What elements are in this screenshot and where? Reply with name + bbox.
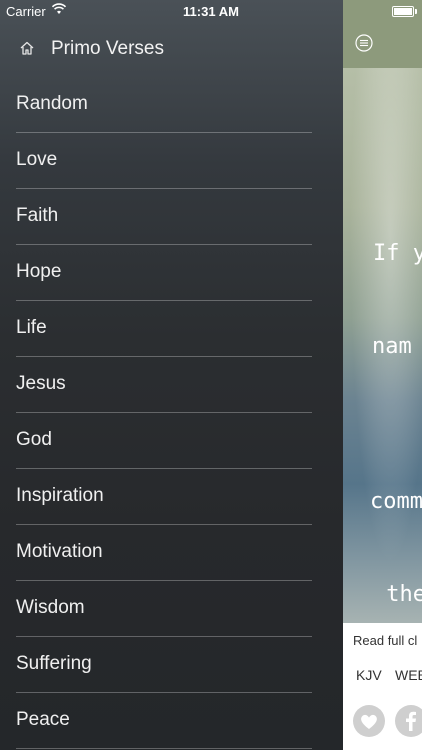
menu-item-faith[interactable]: Faith [0, 189, 343, 245]
menu-item-label: Love [16, 149, 58, 170]
menu-item-random[interactable]: Random [0, 77, 343, 133]
menu-item-label: Motivation [16, 541, 103, 562]
menu-item-label: Inspiration [16, 485, 104, 506]
status-bar: Carrier 11:31 AM [0, 0, 422, 22]
menu-item-label: Wisdom [16, 597, 85, 618]
menu-item-label: Suffering [16, 653, 92, 674]
drawer-title: Primo Verses [51, 38, 164, 59]
menu-item-label: Faith [16, 205, 59, 226]
menu-item-label: Life [16, 317, 47, 338]
battery-icon [392, 6, 417, 17]
menu-item-life[interactable]: Life [0, 301, 343, 357]
menu-item-motivation[interactable]: Motivation [0, 525, 343, 581]
verse-line: the [373, 582, 422, 607]
verse-line: nam [372, 334, 412, 359]
verse-line: If yo [373, 241, 422, 266]
menu-item-inspiration[interactable]: Inspiration [0, 469, 343, 525]
menu-icon[interactable] [355, 34, 373, 52]
menu-item-hope[interactable]: Hope [0, 245, 343, 301]
menu-item-jesus[interactable]: Jesus [0, 357, 343, 413]
category-menu: Random Love Faith Hope Life Jesus God In… [0, 77, 343, 749]
menu-item-love[interactable]: Love [0, 133, 343, 189]
drawer-header[interactable]: Primo Verses [0, 30, 343, 68]
home-icon [20, 41, 34, 55]
read-full-chapter-link[interactable]: Read full cl [353, 633, 417, 648]
menu-item-label: Jesus [16, 373, 66, 394]
menu-item-label: Hope [16, 261, 62, 282]
menu-item-suffering[interactable]: Suffering [0, 637, 343, 693]
menu-item-label: Random [16, 93, 88, 114]
verse-line: comm [370, 489, 422, 514]
side-drawer: Primo Verses Random Love Faith Hope Life… [0, 0, 343, 750]
menu-item-label: Peace [16, 709, 70, 730]
clock: 11:31 AM [183, 4, 239, 19]
main-content: If yo nam comm the you c Read full cl KJ… [343, 0, 422, 750]
version-tab-web[interactable]: WEB [395, 667, 422, 683]
facebook-share-button[interactable] [395, 705, 422, 737]
version-tab-kjv[interactable]: KJV [356, 667, 382, 683]
menu-item-wisdom[interactable]: Wisdom [0, 581, 343, 637]
menu-item-peace[interactable]: Peace [0, 693, 343, 749]
menu-item-god[interactable]: God [0, 413, 343, 469]
verse-text: If yo nam comm the you c [343, 176, 422, 750]
like-button[interactable] [353, 705, 385, 737]
menu-item-label: God [16, 429, 52, 450]
facebook-icon [406, 711, 416, 731]
heart-icon [361, 714, 377, 729]
